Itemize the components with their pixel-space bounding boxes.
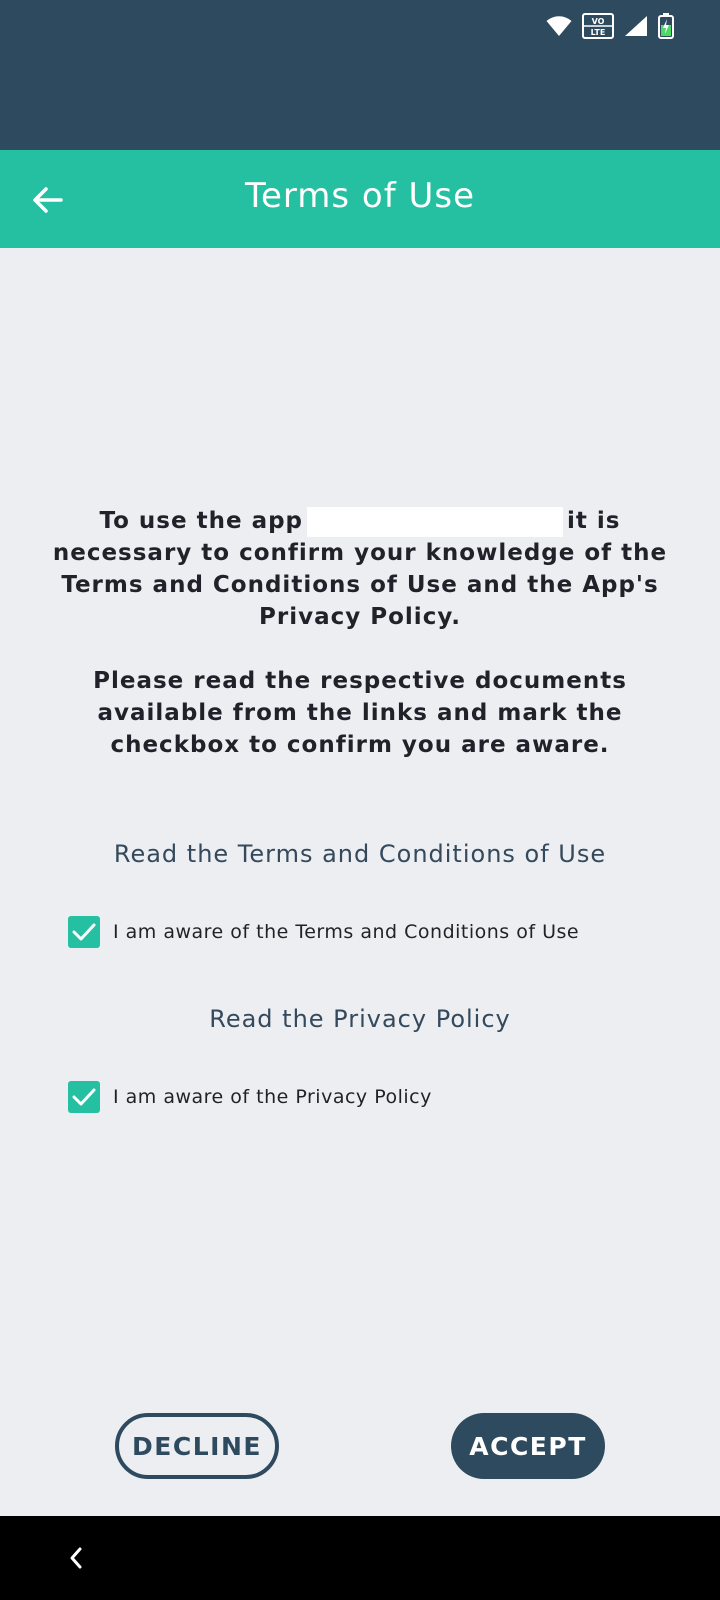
status-bar: VO LTE: [0, 0, 720, 150]
page-title: Terms of Use: [244, 176, 476, 216]
terms-checkbox-row[interactable]: I am aware of the Terms and Conditions o…: [68, 916, 579, 948]
redacted-app-name: [307, 506, 564, 537]
privacy-checkbox[interactable]: [68, 1081, 100, 1113]
volte-bottom-text: LTE: [591, 28, 606, 37]
volte-top-text: VO: [592, 17, 605, 26]
battery-charging-icon: [658, 13, 674, 39]
status-icons: VO LTE: [546, 12, 674, 40]
terms-checkbox[interactable]: [68, 916, 100, 948]
volte-icon: VO LTE: [582, 13, 614, 39]
checkmark-icon: [72, 923, 96, 941]
terms-checkbox-label: I am aware of the Terms and Conditions o…: [113, 921, 580, 943]
intro-paragraph-2: Please read the respective documents ava…: [93, 668, 627, 758]
privacy-link[interactable]: Read the Privacy Policy: [0, 1005, 720, 1033]
intro-paragraph-1: To use the app it is necessary to confirm…: [50, 505, 670, 633]
navigation-bar: [0, 1516, 720, 1600]
wifi-icon: [546, 15, 572, 37]
privacy-checkbox-label: I am aware of the Privacy Policy: [113, 1086, 432, 1108]
signal-icon: [624, 15, 648, 37]
accept-button[interactable]: ACCEPT: [451, 1413, 605, 1479]
chevron-left-icon[interactable]: [60, 1540, 92, 1576]
app-bar: Terms of Use: [0, 150, 720, 248]
checkmark-icon: [72, 1088, 96, 1106]
decline-button[interactable]: DECLINE: [115, 1413, 279, 1479]
intro-text-before: To use the app: [99, 508, 304, 534]
privacy-checkbox-row[interactable]: I am aware of the Privacy Policy: [68, 1081, 432, 1113]
terms-of-use-screen: VO LTE Terms of Use To use the app it is…: [0, 0, 720, 1600]
terms-link[interactable]: Read the Terms and Conditions of Use: [0, 840, 720, 868]
